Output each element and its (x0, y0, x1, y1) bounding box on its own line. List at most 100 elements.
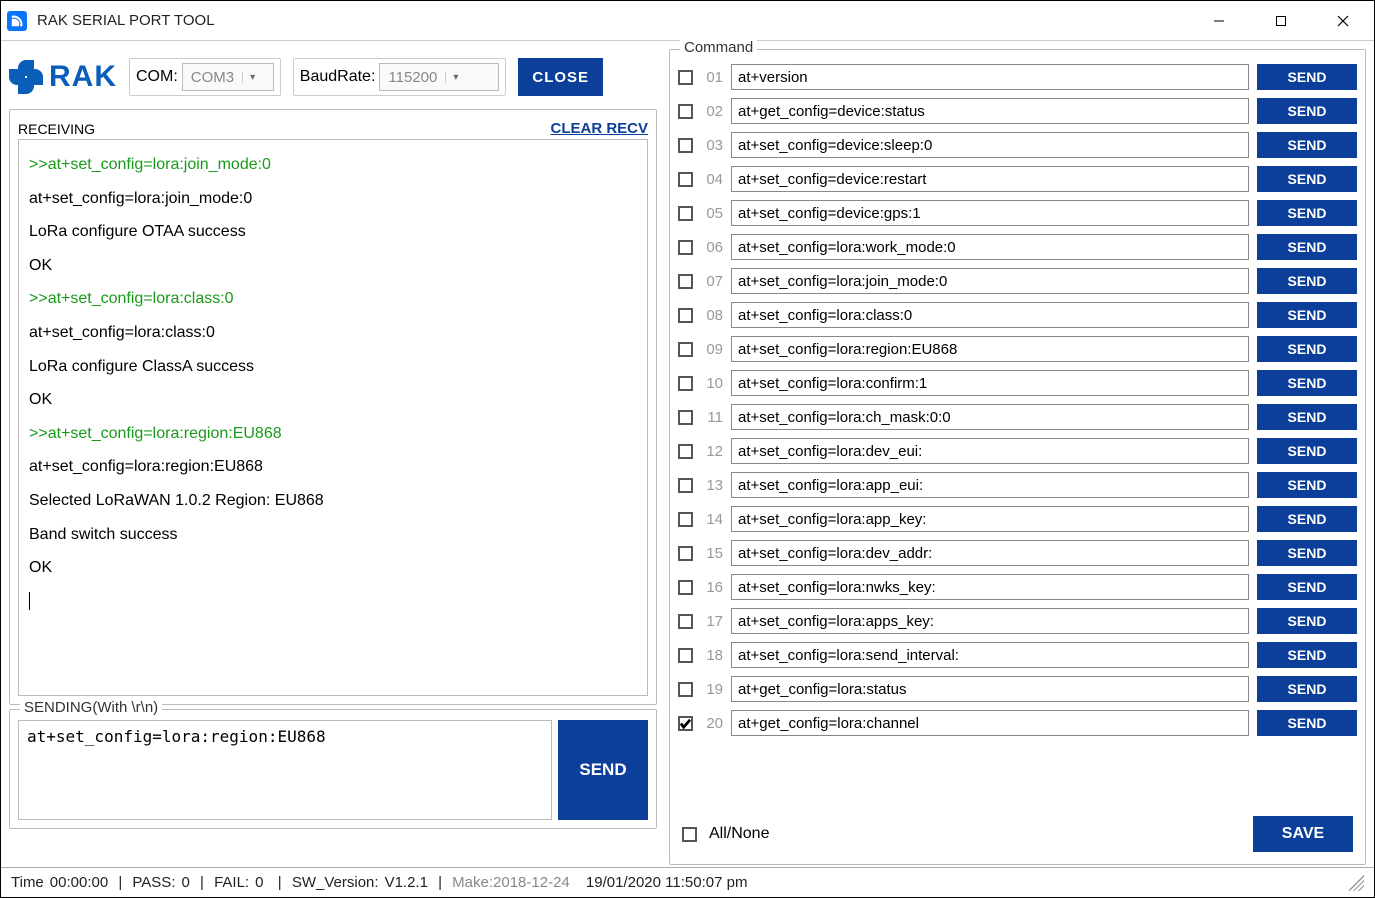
command-input[interactable] (731, 132, 1249, 158)
command-send-button[interactable]: SEND (1257, 370, 1357, 396)
receiving-legend: RECEIVING (18, 121, 95, 137)
command-input[interactable] (731, 438, 1249, 464)
command-row-number: 19 (701, 681, 723, 698)
command-input[interactable] (731, 370, 1249, 396)
command-send-button[interactable]: SEND (1257, 98, 1357, 124)
command-send-button[interactable]: SEND (1257, 132, 1357, 158)
app-icon (7, 11, 27, 31)
command-row-number: 09 (701, 341, 723, 358)
command-checkbox[interactable] (678, 512, 693, 527)
send-button[interactable]: SEND (558, 720, 648, 820)
command-send-button[interactable]: SEND (1257, 64, 1357, 90)
command-input[interactable] (731, 302, 1249, 328)
command-input[interactable] (731, 404, 1249, 430)
command-checkbox[interactable] (678, 716, 693, 731)
send-input[interactable] (18, 720, 552, 820)
save-button[interactable]: SAVE (1253, 816, 1353, 852)
command-row-number: 05 (701, 205, 723, 222)
command-input[interactable] (731, 710, 1249, 736)
command-send-button[interactable]: SEND (1257, 336, 1357, 362)
command-input[interactable] (731, 336, 1249, 362)
command-send-button[interactable]: SEND (1257, 642, 1357, 668)
receiving-textarea[interactable]: >>at+set_config=lora:join_mode:0at+set_c… (18, 139, 648, 696)
command-send-button[interactable]: SEND (1257, 472, 1357, 498)
command-input[interactable] (731, 234, 1249, 260)
command-input[interactable] (731, 574, 1249, 600)
command-checkbox[interactable] (678, 614, 693, 629)
command-checkbox[interactable] (678, 274, 693, 289)
status-datetime: 19/01/2020 11:50:07 pm (586, 874, 748, 891)
command-row: 17 SEND (678, 604, 1357, 638)
command-send-button[interactable]: SEND (1257, 200, 1357, 226)
command-legend: Command (680, 39, 757, 56)
command-send-button[interactable]: SEND (1257, 676, 1357, 702)
baud-select[interactable]: 115200 ▾ (379, 63, 499, 91)
command-row: 07SEND (678, 264, 1357, 298)
command-send-button[interactable]: SEND (1257, 268, 1357, 294)
command-input[interactable] (731, 676, 1249, 702)
command-checkbox[interactable] (678, 546, 693, 561)
maximize-button[interactable] (1250, 1, 1312, 40)
command-checkbox[interactable] (678, 138, 693, 153)
clear-recv-link[interactable]: CLEAR RECV (550, 120, 648, 137)
status-pass-label: PASS: (132, 874, 175, 891)
command-input[interactable] (731, 642, 1249, 668)
command-send-button[interactable]: SEND (1257, 710, 1357, 736)
command-checkbox[interactable] (678, 70, 693, 85)
command-send-button[interactable]: SEND (1257, 438, 1357, 464)
command-input[interactable] (731, 268, 1249, 294)
command-input[interactable] (731, 98, 1249, 124)
command-row: 02SEND (678, 94, 1357, 128)
command-input[interactable] (731, 64, 1249, 90)
command-row-number: 14 (701, 511, 723, 528)
command-row-number: 08 (701, 307, 723, 324)
command-checkbox[interactable] (678, 172, 693, 187)
command-checkbox[interactable] (678, 682, 693, 697)
resize-grip-icon[interactable] (1348, 875, 1364, 891)
command-input[interactable] (731, 540, 1249, 566)
command-input[interactable] (731, 472, 1249, 498)
command-input[interactable] (731, 506, 1249, 532)
close-button[interactable] (1312, 1, 1374, 40)
command-checkbox[interactable] (678, 376, 693, 391)
command-checkbox[interactable] (678, 478, 693, 493)
command-checkbox[interactable] (678, 410, 693, 425)
status-fail-value: 0 (255, 874, 263, 891)
recv-cmd-line: >>at+set_config=lora:class:0 (29, 282, 637, 316)
command-send-button[interactable]: SEND (1257, 540, 1357, 566)
command-input[interactable] (731, 608, 1249, 634)
status-fail-label: FAIL: (214, 874, 249, 891)
command-row-number: 06 (701, 239, 723, 256)
sending-panel: SENDING(With \r\n) SEND (9, 709, 657, 829)
command-send-button[interactable]: SEND (1257, 506, 1357, 532)
recv-cmd-line: >>at+set_config=lora:region:EU868 (29, 417, 637, 451)
command-row: 20SEND (678, 706, 1357, 740)
command-checkbox[interactable] (678, 580, 693, 595)
command-send-button[interactable]: SEND (1257, 234, 1357, 260)
command-checkbox[interactable] (678, 206, 693, 221)
command-input[interactable] (731, 166, 1249, 192)
command-row: 06 SEND (678, 230, 1357, 264)
command-send-button[interactable]: SEND (1257, 302, 1357, 328)
command-row-number: 17 (701, 613, 723, 630)
command-checkbox[interactable] (678, 308, 693, 323)
minimize-button[interactable] (1188, 1, 1250, 40)
command-send-button[interactable]: SEND (1257, 574, 1357, 600)
receiving-panel: RECEIVING CLEAR RECV >>at+set_config=lor… (9, 109, 657, 705)
com-select[interactable]: COM3 ▾ (182, 63, 274, 91)
baud-label: BaudRate: (300, 68, 376, 86)
recv-echo-line: Band switch success (29, 518, 637, 552)
command-row-number: 01 (701, 69, 723, 86)
command-checkbox[interactable] (678, 342, 693, 357)
close-port-button[interactable]: CLOSE (518, 58, 603, 96)
command-send-button[interactable]: SEND (1257, 608, 1357, 634)
command-checkbox[interactable] (678, 104, 693, 119)
command-checkbox[interactable] (678, 240, 693, 255)
allnone-checkbox[interactable] (682, 827, 697, 842)
command-send-button[interactable]: SEND (1257, 404, 1357, 430)
command-checkbox[interactable] (678, 444, 693, 459)
command-send-button[interactable]: SEND (1257, 166, 1357, 192)
command-checkbox[interactable] (678, 648, 693, 663)
command-input[interactable] (731, 200, 1249, 226)
recv-echo-line: OK (29, 383, 637, 417)
